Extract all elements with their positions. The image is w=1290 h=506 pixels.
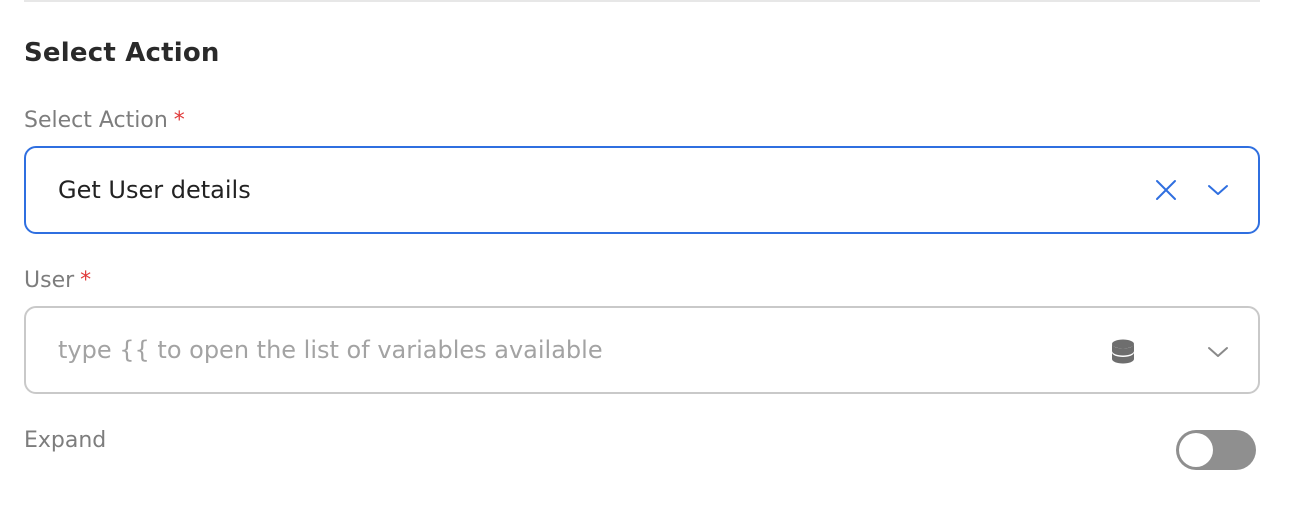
user-select-placeholder: type {{ to open the list of variables av… [58,336,603,364]
required-asterisk: * [80,268,92,293]
close-icon[interactable] [1154,178,1178,202]
database-icon[interactable] [1110,338,1136,366]
action-field-label: Select Action * [24,106,185,136]
expand-label: Expand [24,428,107,453]
user-select[interactable]: type {{ to open the list of variables av… [24,306,1260,394]
toggle-knob [1179,433,1213,467]
action-select-value: Get User details [58,176,251,204]
section-title: Select Action [24,38,220,68]
required-asterisk: * [173,108,185,133]
user-field-label: User * [24,266,91,296]
chevron-down-icon[interactable] [1206,180,1230,200]
expand-toggle[interactable] [1176,430,1256,470]
user-field-label-text: User [24,268,75,293]
action-field-label-text: Select Action [24,108,168,133]
top-divider [24,0,1260,2]
action-select[interactable]: Get User details [24,146,1260,234]
chevron-down-icon[interactable] [1206,342,1230,362]
